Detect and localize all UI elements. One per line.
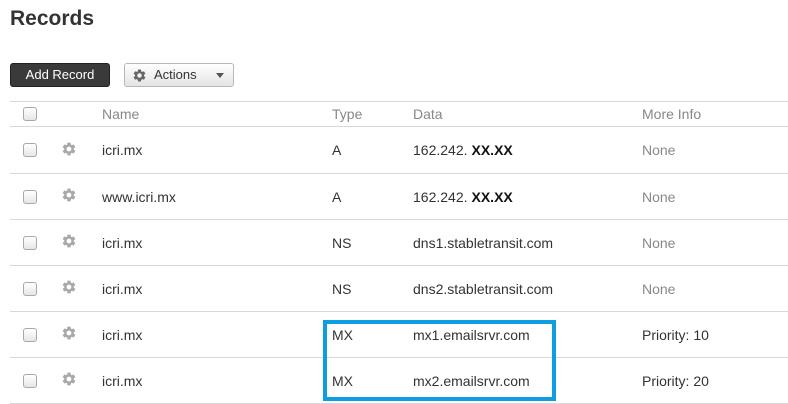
record-data-value: 162.242. [413, 188, 468, 205]
table-header: Name Type Data More Info [10, 102, 788, 127]
record-more-info: Priority: 10 [642, 326, 709, 343]
record-more-info: None [642, 234, 676, 251]
record-data: 162.242. XX.XX [413, 127, 513, 173]
gear-icon [61, 187, 77, 206]
record-name: icri.mx [102, 280, 143, 297]
record-data: 162.242. XX.XX [413, 174, 513, 219]
record-type: NS [332, 234, 352, 251]
column-header-name: Name [102, 106, 140, 122]
record-data-masked: XX.XX [471, 142, 513, 158]
table-row: icri.mx MX mx2.emailsrvr.com Priority: 20 [10, 358, 788, 404]
record-data-masked: XX.XX [471, 188, 513, 205]
record-more-info: None [642, 188, 676, 205]
table-row: icri.mx NS dns1.stabletransit.com None [10, 220, 788, 266]
record-more-info: Priority: 20 [642, 372, 709, 389]
record-more-info: None [642, 142, 676, 158]
row-checkbox[interactable] [23, 143, 37, 157]
gear-icon [61, 279, 77, 298]
row-actions-gear[interactable] [61, 127, 77, 173]
record-more-info: None [642, 280, 676, 297]
record-name: icri.mx [102, 372, 143, 389]
record-data-value: mx1.emailsrvr.com [413, 326, 530, 343]
record-name: icri.mx [102, 142, 143, 158]
record-type: MX [332, 326, 353, 343]
row-checkbox[interactable] [23, 281, 37, 296]
page-title: Records [10, 7, 95, 30]
record-data: dns2.stabletransit.com [413, 266, 553, 311]
gear-icon [61, 325, 77, 344]
table-row: icri.mx A 162.242. XX.XX None [10, 127, 788, 174]
column-header-type: Type [332, 106, 363, 122]
record-data: mx1.emailsrvr.com [413, 312, 530, 357]
select-all-checkbox[interactable] [23, 107, 37, 121]
gear-icon [61, 141, 77, 160]
table-row: icri.mx NS dns2.stabletransit.com None [10, 266, 788, 312]
row-actions-gear[interactable] [61, 220, 77, 265]
record-type: A [332, 188, 342, 205]
row-checkbox[interactable] [23, 373, 37, 388]
row-actions-gear[interactable] [61, 312, 77, 357]
column-header-data: Data [413, 106, 443, 122]
record-type: A [332, 142, 342, 158]
record-type: NS [332, 280, 352, 297]
record-data: mx2.emailsrvr.com [413, 358, 530, 403]
column-header-more-info: More Info [642, 106, 702, 122]
record-name: icri.mx [102, 234, 143, 251]
record-type: MX [332, 372, 353, 389]
record-data-value: dns2.stabletransit.com [413, 280, 554, 297]
add-record-button[interactable]: Add Record [10, 63, 110, 87]
record-name: www.icri.mx [102, 188, 176, 205]
record-data-value: dns1.stabletransit.com [413, 234, 554, 251]
record-data: dns1.stabletransit.com [413, 220, 553, 265]
table-row: www.icri.mx A 162.242. XX.XX None [10, 174, 788, 220]
record-name: icri.mx [102, 326, 143, 343]
row-checkbox[interactable] [23, 235, 37, 250]
row-actions-gear[interactable] [61, 358, 77, 403]
gear-icon [61, 233, 77, 252]
caret-down-icon [216, 73, 224, 78]
gear-icon [132, 68, 147, 90]
records-table: Name Type Data More Info icri.mx A 162.242… [10, 101, 788, 404]
record-data-value: 162.242. [413, 142, 468, 158]
row-actions-gear[interactable] [61, 174, 77, 219]
row-actions-gear[interactable] [61, 266, 77, 311]
row-checkbox[interactable] [23, 327, 37, 342]
gear-icon [61, 371, 77, 390]
actions-dropdown-button[interactable]: Actions [124, 63, 234, 87]
record-data-value: mx2.emailsrvr.com [413, 372, 530, 389]
actions-label: Actions [154, 67, 197, 82]
row-checkbox[interactable] [23, 189, 37, 204]
table-row: icri.mx MX mx1.emailsrvr.com Priority: 10 [10, 312, 788, 358]
